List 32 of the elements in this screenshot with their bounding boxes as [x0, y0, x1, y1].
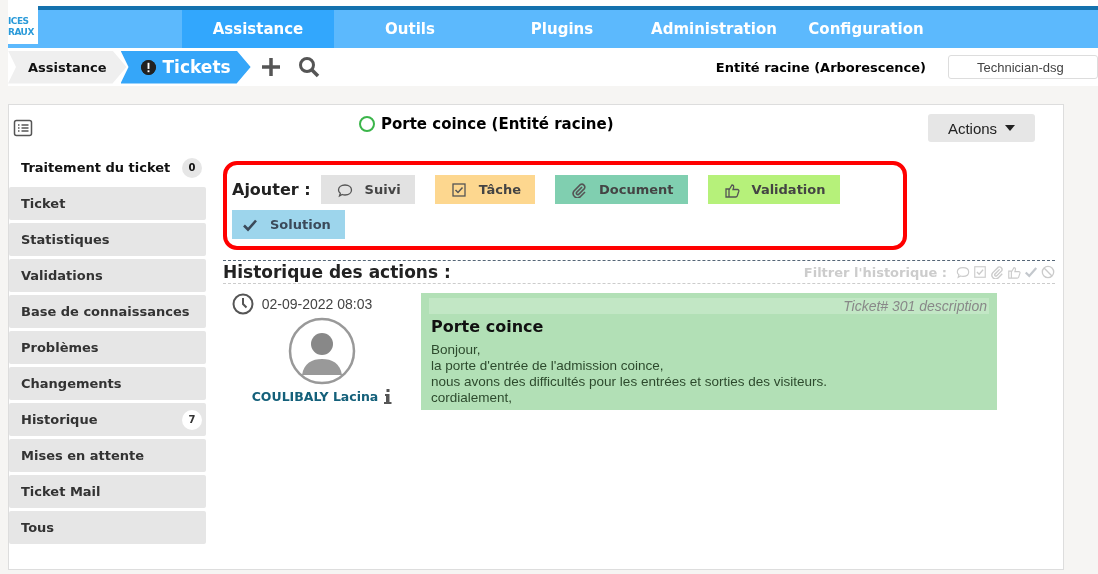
add-button[interactable]: Validation	[707, 175, 840, 204]
description-line: nous avons des difficultés pour les entrées et sorties des visiteurs.	[431, 374, 828, 390]
entry-date: 02-09-2022 08:03	[261, 296, 373, 312]
entity-label[interactable]: Entité racine (Arborescence)	[715, 59, 926, 75]
card-header: Ticket# 301 description	[429, 298, 989, 314]
description-line: la porte d'entrée de l'admission coince,	[431, 358, 665, 374]
sidebar-item[interactable]: Validations	[9, 259, 206, 292]
count-badge: 7	[182, 409, 202, 430]
add-button[interactable]: Solution	[232, 210, 345, 239]
ticket-title: Porte coince (Entité racine)	[381, 115, 614, 133]
sidebar-item[interactable]: Ticket Mail	[9, 475, 206, 508]
add-label: Ajouter :	[232, 179, 311, 201]
actions-button[interactable]: Actions	[928, 114, 1035, 142]
add-button[interactable]: Tâche	[434, 175, 535, 204]
sidebar-item[interactable]: Changements	[9, 367, 206, 400]
description-line: Bonjour,	[431, 342, 482, 358]
description-line: cordialement,	[431, 390, 514, 406]
sidebar-item[interactable]: Tous	[9, 511, 206, 544]
sidebar-item[interactable]: Mises en attente	[9, 439, 206, 472]
add-button[interactable]: Suivi	[320, 175, 415, 204]
sidebar-item[interactable]: Ticket	[9, 187, 206, 220]
profile-select[interactable]: Technician-dsg	[948, 55, 1098, 79]
add-button[interactable]: Document	[555, 175, 688, 204]
card-title: Porte coince	[431, 317, 545, 336]
history-title: Historique des actions :	[223, 262, 451, 282]
count-badge: 0	[182, 157, 202, 178]
sidebar-item[interactable]: Statistiques	[9, 223, 206, 256]
breadcrumb-item[interactable]: Assistance	[8, 50, 127, 84]
sidebar-item[interactable]: Historique 7	[9, 403, 206, 436]
sidebar-item[interactable]: Problèmes	[9, 331, 206, 364]
author-name[interactable]: COULIBALY Lacina	[251, 389, 379, 404]
sidebar-item[interactable]: Base de connaissances	[9, 295, 206, 328]
